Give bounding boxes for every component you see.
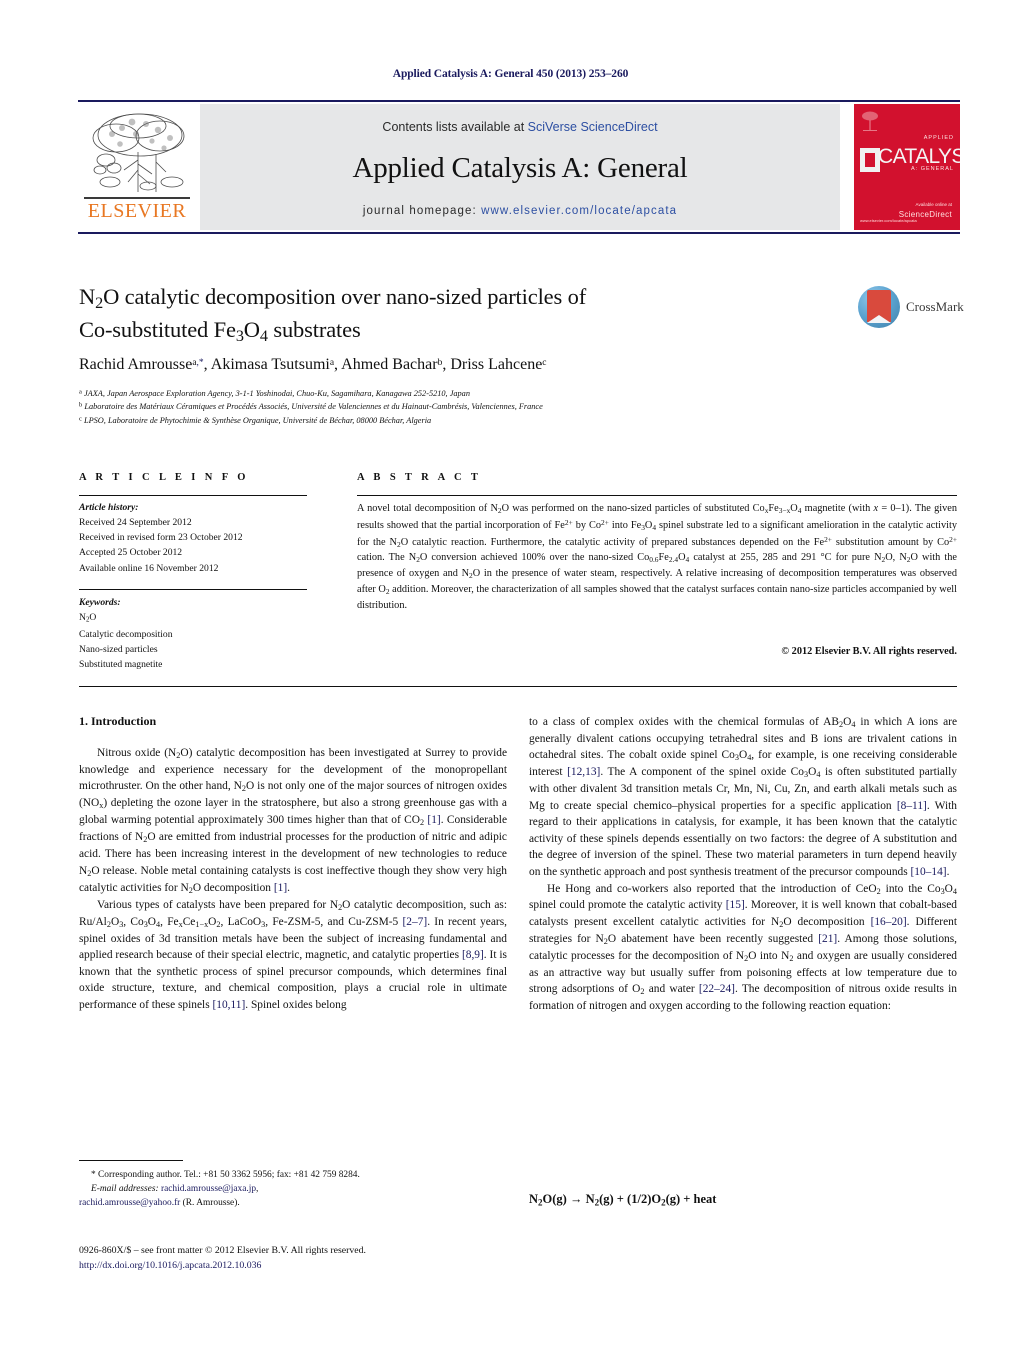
contents-prefix: Contents lists available at (382, 120, 528, 134)
crossmark-icon (858, 286, 900, 328)
author-1: Rachid Amroussea,* (79, 356, 204, 373)
citation-ref[interactable]: [12,13] (567, 766, 600, 778)
running-head: Applied Catalysis A: General 450 (2013) … (392, 68, 629, 80)
author-2: Akimasa Tsutsumia (210, 356, 335, 373)
article-history-block: Article history: Received 24 September 2… (79, 500, 314, 576)
journal-cover-thumbnail: CATALYSIS APPLIED A: GENERAL www.elsevie… (854, 104, 960, 230)
journal-homepage-link[interactable]: www.elsevier.com/locate/apcata (481, 205, 677, 217)
cover-mark-icon (860, 148, 880, 172)
article-history-item: Received in revised form 23 October 2012 (79, 532, 243, 544)
paragraph: Various types of catalysts have been pre… (79, 898, 507, 1011)
section-divider-rule (79, 686, 957, 687)
article-title-line2: Co-substituted Fe3O4 substrates (79, 316, 361, 345)
citation-ref[interactable]: [2–7] (403, 916, 428, 928)
article-title: N2O catalytic decomposition over nano-si… (79, 282, 769, 348)
citation-ref[interactable]: [10–14] (911, 866, 947, 878)
masthead-center-band: Contents lists available at SciVerse Sci… (200, 104, 840, 230)
abstract-copyright: © 2012 Elsevier B.V. All rights reserved… (781, 646, 957, 657)
cover-brand-small: Available online at (915, 202, 952, 208)
article-history-item: Accepted 25 October 2012 (79, 547, 183, 559)
keywords-label: Keywords: (79, 597, 121, 608)
cover-brand: Available online at ScienceDirect (899, 202, 952, 221)
author-list: Rachid Amroussea,*, Akimasa Tsutsumia, A… (79, 356, 547, 373)
elsevier-wordmark: ELSEVIER (87, 200, 187, 222)
citation-ref[interactable]: [15] (726, 899, 745, 911)
keywords-block: Keywords: N2O Catalytic decomposition Na… (79, 595, 314, 672)
citation-ref[interactable]: [16–20] (871, 916, 907, 928)
affiliation-text-c: LPSO, Laboratoire de Phytochimie & Synth… (83, 415, 432, 425)
citation-ref[interactable]: [8–11] (897, 800, 927, 812)
introduction-heading: 1. Introduction (79, 714, 157, 728)
email-line-2: rachid.amrousse@yahoo.fr (R. Amrousse). (79, 1198, 240, 1208)
article-history-label: Article history: (79, 502, 139, 513)
cover-elsevier-mini-icon (862, 111, 878, 131)
homepage-prefix: journal homepage: (362, 205, 482, 217)
email-person: (R. Amrousse). (182, 1198, 240, 1209)
contents-lists-line: Contents lists available at SciVerse Sci… (200, 120, 840, 134)
footnote-block: * Corresponding author. Tel.: +81 50 336… (79, 1168, 509, 1210)
doi-link[interactable]: http://dx.doi.org/10.1016/j.apcata.2012.… (79, 1258, 519, 1273)
citation-ref[interactable]: [8,9] (462, 949, 484, 961)
journal-masthead: ELSEVIER Contents lists available at Sci… (78, 100, 960, 234)
elsevier-logo: ELSEVIER (78, 104, 196, 230)
author-3: Ahmed Bacharb (341, 356, 443, 373)
body-column-left: Nitrous oxide (N2O) catalytic decomposit… (79, 745, 507, 1013)
cover-sup-top: APPLIED (923, 135, 954, 141)
article-history-item: Available online 16 November 2012 (79, 562, 219, 574)
footnote-rule (79, 1160, 183, 1161)
imprint-block: 0926-860X/$ – see front matter © 2012 El… (79, 1243, 519, 1273)
logo-ground-line (84, 197, 190, 199)
email-line: E-mail addresses: rachid.amrousse@jaxa.j… (91, 1184, 259, 1195)
sciencedirect-link[interactable]: SciVerse ScienceDirect (528, 120, 658, 134)
crossmark-badge[interactable]: CrossMark (858, 286, 964, 332)
reaction-equation: N2O(g) → N2(g) + (1/2)O2(g) + heat (529, 1192, 717, 1208)
keyword-item: Catalytic decomposition (79, 628, 173, 640)
corresponding-author-note: * Corresponding author. Tel.: +81 50 336… (91, 1170, 360, 1180)
citation-ref[interactable]: [1] (427, 814, 440, 826)
elsevier-tree-icon (92, 113, 185, 192)
citation-ref[interactable]: [21] (818, 933, 837, 945)
keyword-item: N2O (79, 612, 97, 624)
paragraph: He Hong and co-workers also reported tha… (529, 882, 957, 1013)
citation-ref[interactable]: [1] (274, 882, 287, 894)
affiliation-b: b Laboratoire des Matériaux Céramiques e… (79, 400, 879, 413)
article-history-item: Received 24 September 2012 (79, 517, 192, 529)
article-info-heading: A R T I C L E I N F O (79, 472, 249, 483)
email-label: E-mail addresses: (91, 1184, 159, 1195)
cover-sup-bottom: A: GENERAL (910, 166, 954, 172)
author-4: Driss Lahcenec (450, 356, 547, 373)
keyword-item: Nano-sized particles (79, 643, 158, 655)
citation-ref[interactable]: [22–24] (699, 983, 735, 995)
paragraph: Nitrous oxide (N2O) catalytic decomposit… (79, 747, 507, 895)
article-info-rule (79, 495, 307, 496)
imprint-line: 0926-860X/$ – see front matter © 2012 El… (79, 1245, 366, 1256)
journal-article-page: Applied Catalysis A: General 450 (2013) … (0, 0, 1021, 1351)
article-title-line1: N2O catalytic decomposition over nano-si… (79, 284, 587, 313)
affiliation-a: a JAXA, Japan Aerospace Exploration Agen… (79, 387, 879, 400)
affiliation-marker-a: a (79, 388, 82, 396)
affiliation-marker-b: b (79, 401, 83, 409)
journal-homepage-line: journal homepage: www.elsevier.com/locat… (200, 205, 840, 217)
cover-brand-big: ScienceDirect (898, 210, 952, 219)
crossmark-label: CrossMark (906, 299, 964, 314)
abstract-rule (357, 495, 957, 496)
affiliation-c: c LPSO, Laboratoire de Phytochimie & Syn… (79, 414, 879, 427)
email-link-1[interactable]: rachid.amrousse@jaxa.jp (161, 1184, 256, 1194)
body-column-right: to a class of complex oxides with the ch… (529, 714, 957, 1015)
affiliation-marker-c: c (79, 415, 82, 423)
email-link-2[interactable]: rachid.amrousse@yahoo.fr (79, 1198, 180, 1208)
keyword-item: Substituted magnetite (79, 659, 163, 671)
keywords-rule (79, 589, 307, 590)
affiliation-text-a: JAXA, Japan Aerospace Exploration Agency… (83, 389, 470, 398)
affiliation-list: a JAXA, Japan Aerospace Exploration Agen… (79, 387, 879, 427)
paragraph: to a class of complex oxides with the ch… (529, 716, 957, 878)
affiliation-text-b: Laboratoire des Matériaux Céramiques et … (84, 402, 543, 412)
abstract-heading: A B S T R A C T (357, 472, 482, 483)
citation-ref[interactable]: [10,11] (212, 999, 245, 1011)
abstract-text: A novel total decomposition of N2O was p… (357, 503, 958, 611)
crossmark-bookmark-shape (867, 290, 891, 323)
journal-title: Applied Catalysis A: General (352, 152, 688, 184)
